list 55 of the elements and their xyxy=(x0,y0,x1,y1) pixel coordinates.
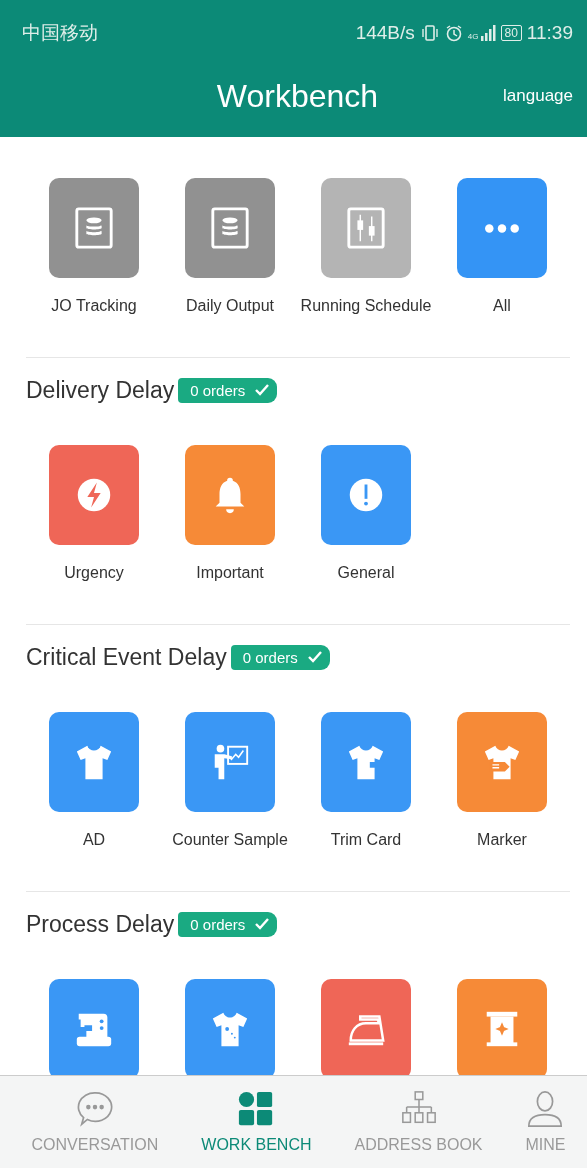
battery-level: 80 xyxy=(500,25,522,41)
app-tile-button[interactable] xyxy=(457,979,547,1075)
app-tile-button[interactable] xyxy=(321,445,411,545)
orders-count-badge: 0 orders xyxy=(178,377,278,403)
tile-label: Marker xyxy=(477,831,527,850)
tile-label: AD xyxy=(82,831,106,850)
database-icon xyxy=(73,207,115,249)
nav-tab[interactable]: WORK BENCH xyxy=(197,1076,316,1168)
checkmark-icon xyxy=(307,651,322,663)
tile-label: Daily Output xyxy=(185,297,274,316)
section-title: Delivery Delay xyxy=(26,376,175,404)
vibrate-icon xyxy=(419,24,440,42)
app-tile-button[interactable] xyxy=(49,178,139,278)
checkmark-icon xyxy=(255,384,270,396)
tile-label: Running Schedule xyxy=(300,297,432,316)
app-tile-button[interactable] xyxy=(49,445,139,545)
chat-icon xyxy=(75,1090,114,1128)
app-tile-button[interactable] xyxy=(49,712,139,812)
app-tile-button[interactable] xyxy=(185,712,275,812)
app-tile-button[interactable] xyxy=(321,979,411,1075)
tile-label: Trim Card xyxy=(330,831,402,850)
app-tile-button[interactable] xyxy=(185,178,275,278)
nav-tab[interactable]: ADDRESS BOOK xyxy=(350,1076,487,1168)
app-tile-button[interactable] xyxy=(457,178,547,278)
language-button[interactable]: language xyxy=(503,86,573,106)
tile-label: Counter Sample xyxy=(172,831,288,850)
page-title: Workbench xyxy=(216,77,379,115)
checkmark-icon xyxy=(255,918,270,930)
database-icon xyxy=(209,207,251,249)
signal-icon xyxy=(479,25,496,41)
tile-label: JO Tracking xyxy=(51,297,137,316)
tile-label: Urgency xyxy=(64,564,124,583)
tile-label: Important xyxy=(196,564,264,583)
network-speed: 144B/s xyxy=(355,22,415,44)
app-tile-button[interactable] xyxy=(49,979,139,1075)
orders-count-badge: 0 orders xyxy=(230,644,330,670)
app-tile-button[interactable] xyxy=(321,712,411,812)
tile-label: All xyxy=(493,297,511,316)
section-title: Critical Event Delay xyxy=(26,643,227,671)
section-title: Process Delay xyxy=(26,910,175,938)
sliders-icon xyxy=(345,207,387,249)
clock-time: 11:39 xyxy=(526,22,573,44)
nav-tab[interactable]: CONVERSATION xyxy=(27,1076,163,1168)
network-type: 4G xyxy=(467,32,479,41)
more-icon xyxy=(484,222,520,234)
tile-label: General xyxy=(337,564,395,583)
carrier-name: 中国移动 xyxy=(22,21,98,45)
orders-count-badge: 0 orders xyxy=(178,911,278,937)
person-icon xyxy=(526,1090,565,1128)
app-tile-button[interactable] xyxy=(185,979,275,1075)
app-tile-button[interactable] xyxy=(321,178,411,278)
alarm-icon xyxy=(444,24,463,42)
app-tile-button[interactable] xyxy=(457,712,547,812)
app-tile-button[interactable] xyxy=(185,445,275,545)
nav-tab[interactable]: MINE xyxy=(521,1076,570,1168)
